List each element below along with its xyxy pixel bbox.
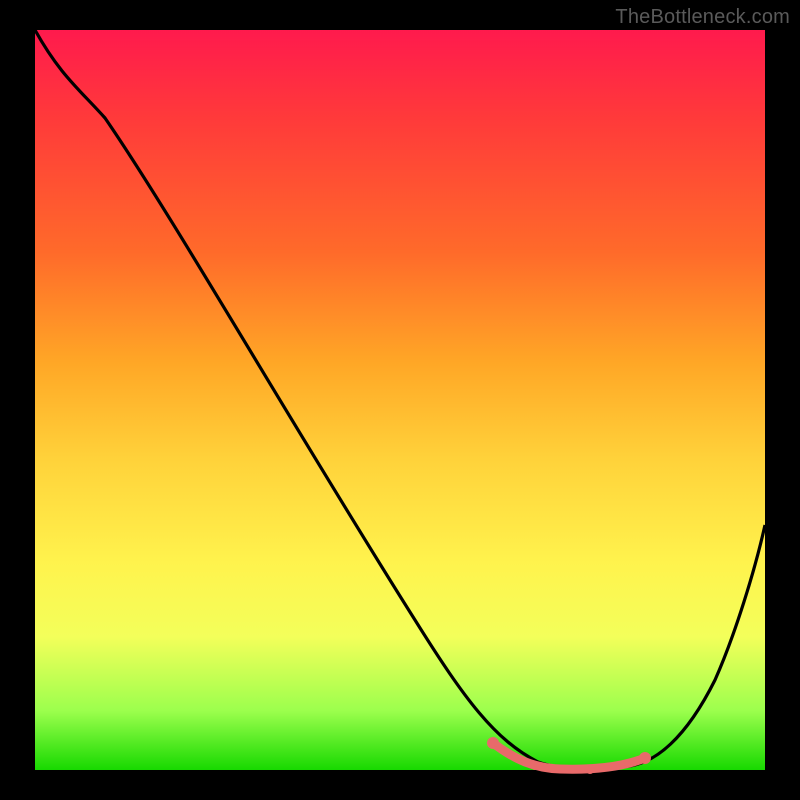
highlight-dot-mid1 [531, 762, 539, 770]
watermark-text: TheBottleneck.com [615, 6, 790, 29]
chart-frame: TheBottleneck.com [0, 0, 800, 800]
highlight-dot-mid2 [586, 766, 594, 774]
highlight-dot-right [639, 752, 651, 764]
highlight-dot-left [487, 737, 499, 749]
plot-area [35, 30, 765, 770]
bottleneck-curve [35, 30, 765, 769]
curve-svg [35, 30, 765, 770]
